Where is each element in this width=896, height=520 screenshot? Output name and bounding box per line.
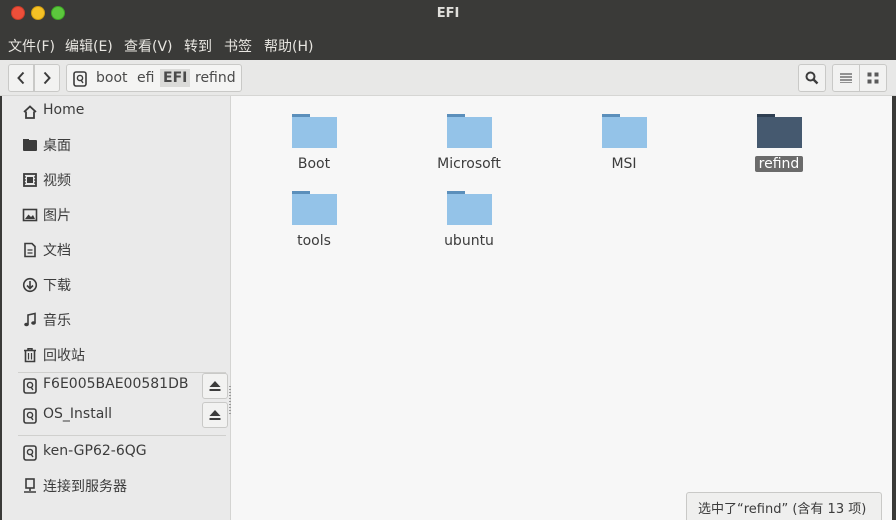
download-icon <box>22 277 38 293</box>
list-view-button[interactable] <box>832 64 860 92</box>
sidebar-item-music[interactable]: 音乐 <box>18 308 226 332</box>
sidebar-item-label: F6E005BAE00581DB <box>43 376 189 392</box>
sidebar-item-trash[interactable]: 回收站 <box>18 343 226 367</box>
folder-refind[interactable]: refind <box>719 100 839 176</box>
sidebar-item-connect-server[interactable]: 连接到服务器 <box>18 474 226 498</box>
folder-name: refind <box>754 156 804 172</box>
sidebar-item-device-ntfs[interactable]: F6E005BAE00581DB <box>18 374 198 398</box>
path-crumb-EFI[interactable]: EFI <box>160 69 191 87</box>
list-view-icon <box>840 73 852 83</box>
folder-name: MSI <box>611 156 637 172</box>
music-icon <box>24 312 36 327</box>
sidebar-divider <box>18 435 226 436</box>
path-bar: boot efi EFI refind <box>66 64 242 92</box>
folder-boot[interactable]: Boot <box>254 100 374 176</box>
sidebar-item-desktop[interactable]: 桌面 <box>18 133 226 157</box>
folder-icon <box>447 114 492 148</box>
folder-icon <box>292 114 337 148</box>
sidebar-item-label: OS_Install <box>43 406 113 422</box>
network-server-icon <box>24 478 36 493</box>
path-crumb-efi[interactable]: efi <box>137 70 154 86</box>
back-button[interactable] <box>8 64 34 92</box>
search-button[interactable] <box>798 64 826 92</box>
chevron-left-icon <box>17 71 25 85</box>
menu-bookmarks[interactable]: 书签 <box>224 36 252 56</box>
desktop-folder-icon <box>23 139 37 151</box>
folder-icon <box>757 114 802 148</box>
menu-edit[interactable]: 编辑(E) <box>65 36 113 56</box>
video-icon <box>23 173 37 187</box>
sidebar-divider <box>18 372 226 373</box>
file-manager-window: EFI 文件(F) 编辑(E) 查看(V) 转到 书签 帮助(H) boot e… <box>0 0 896 520</box>
menu-view[interactable]: 查看(V) <box>124 36 173 56</box>
path-crumb-boot[interactable]: boot <box>96 70 128 86</box>
search-icon <box>805 71 819 85</box>
drive-icon[interactable] <box>73 71 87 87</box>
grid-view-button[interactable] <box>859 64 887 92</box>
grid-view-icon <box>867 72 879 84</box>
folder-name: Boot <box>297 156 331 172</box>
sidebar-item-label: 桌面 <box>43 138 71 154</box>
menu-file[interactable]: 文件(F) <box>8 36 55 56</box>
sidebar-item-documents[interactable]: 文档 <box>18 238 226 262</box>
status-bar: 选中了“refind” (含有 13 项) <box>686 492 882 520</box>
sidebar-item-device-os-install[interactable]: OS_Install <box>18 404 198 428</box>
picture-icon <box>22 208 38 222</box>
drive-icon <box>23 378 37 394</box>
folder-icon <box>447 191 492 225</box>
sidebar-item-computer[interactable]: ken-GP62-6QG <box>18 441 226 465</box>
document-icon <box>24 242 36 258</box>
trash-icon <box>24 348 36 363</box>
status-text: 选中了“refind” (含有 13 项) <box>698 502 867 517</box>
window-right-edge <box>892 96 896 520</box>
folder-ubuntu[interactable]: ubuntu <box>409 177 529 253</box>
window-title: EFI <box>436 6 460 21</box>
sidebar-item-label: Home <box>43 102 85 118</box>
chevron-right-icon <box>43 71 51 85</box>
folder-tools[interactable]: tools <box>254 177 374 253</box>
folder-name: tools <box>297 233 331 249</box>
eject-button[interactable] <box>202 373 228 399</box>
home-icon <box>23 105 37 119</box>
eject-button[interactable] <box>202 402 228 428</box>
folder-name: Microsoft <box>437 156 501 172</box>
path-crumb-refind[interactable]: refind <box>195 70 236 86</box>
sidebar-item-label: 视频 <box>43 173 71 189</box>
sidebar-item-label: 下载 <box>43 278 71 294</box>
sidebar-item-videos[interactable]: 视频 <box>18 168 226 192</box>
folder-microsoft[interactable]: Microsoft <box>409 100 529 176</box>
sidebar-item-label: 连接到服务器 <box>43 479 127 495</box>
sidebar-item-label: 回收站 <box>43 348 85 364</box>
eject-icon <box>209 410 221 420</box>
window-left-edge <box>0 96 2 520</box>
sidebar-item-label: 图片 <box>43 208 71 224</box>
eject-icon <box>209 381 221 391</box>
sidebar-item-label: 音乐 <box>43 313 71 329</box>
sidebar-item-label: 文档 <box>43 243 71 259</box>
menu-bar: 文件(F) 编辑(E) 查看(V) 转到 书签 帮助(H) <box>0 28 896 60</box>
menu-go[interactable]: 转到 <box>184 36 212 56</box>
sidebar-item-pictures[interactable]: 图片 <box>18 203 226 227</box>
forward-button[interactable] <box>34 64 60 92</box>
title-bar[interactable]: EFI <box>0 0 896 28</box>
file-grid: Boot Microsoft MSI refind tools ubuntu <box>231 96 896 520</box>
toolbar: boot efi EFI refind <box>0 60 896 96</box>
drive-icon <box>23 408 37 424</box>
sidebar-item-home[interactable]: Home <box>18 100 226 124</box>
sidebar: Home 桌面 视频 图片 文档 下载 音乐 回收站 F6E005BAE0058… <box>0 96 231 520</box>
menu-help[interactable]: 帮助(H) <box>264 36 313 56</box>
drive-icon <box>23 445 37 461</box>
folder-name: ubuntu <box>444 233 494 249</box>
folder-icon <box>292 191 337 225</box>
folder-msi[interactable]: MSI <box>564 100 684 176</box>
sidebar-item-label: ken-GP62-6QG <box>43 443 147 459</box>
sidebar-item-downloads[interactable]: 下载 <box>18 273 226 297</box>
folder-icon <box>602 114 647 148</box>
